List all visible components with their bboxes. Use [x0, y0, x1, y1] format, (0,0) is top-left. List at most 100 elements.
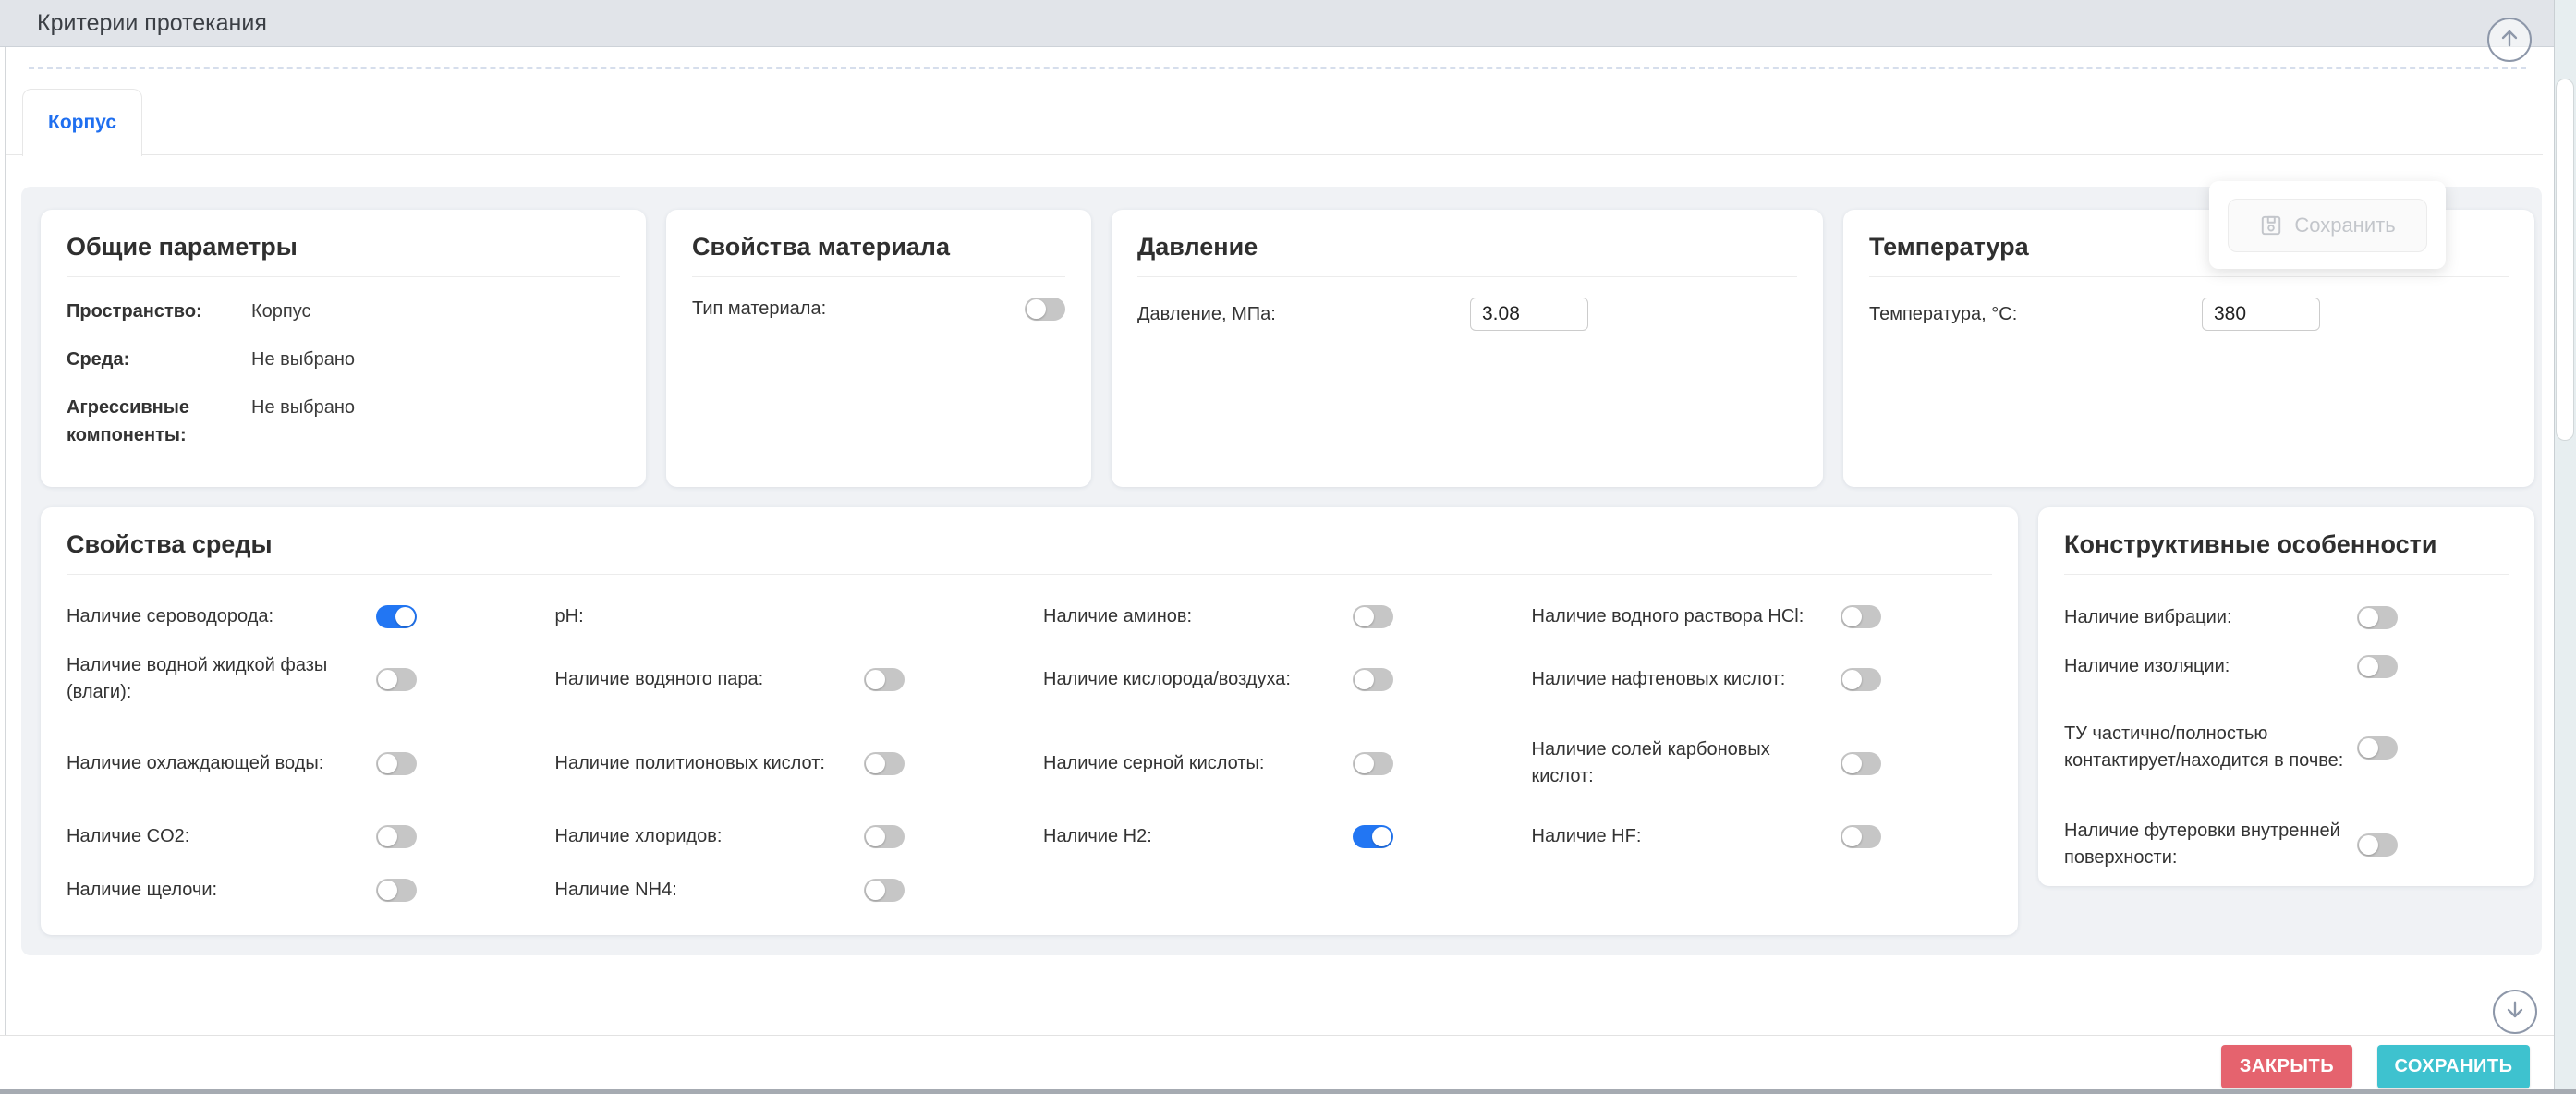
- toggle-knob: [2359, 835, 2378, 855]
- card-title: Свойства материала: [692, 232, 1065, 261]
- hf-toggle[interactable]: [1841, 825, 1881, 848]
- env-row-naphthenic: Наличие нафтеновых кислот:: [1532, 638, 1993, 721]
- h2s-toggle[interactable]: [376, 605, 417, 628]
- env-label: Наличие политионовых кислот:: [555, 750, 834, 777]
- scroll-up-button[interactable]: [2487, 18, 2532, 62]
- cooling-water-toggle[interactable]: [376, 752, 417, 775]
- alkali-toggle[interactable]: [376, 879, 417, 902]
- env-label: Наличие хлоридов:: [555, 823, 732, 850]
- card-design-features: Конструктивные особенности Наличие вибра…: [2038, 507, 2534, 886]
- env-row-oxygen: Наличие кислорода/воздуха:: [1043, 638, 1504, 721]
- toggle-knob: [1027, 299, 1046, 319]
- toggle-knob: [2359, 608, 2378, 627]
- steam-toggle[interactable]: [864, 668, 905, 691]
- toggle-knob: [1355, 754, 1374, 773]
- design-row-insulation: Наличие изоляции:: [2064, 639, 2509, 693]
- tab-strip: Корпус: [6, 89, 2543, 155]
- env-row-chlorides: Наличие хлоридов:: [555, 806, 1016, 867]
- env-column-4: Наличие водного раствора HCl: Наличие на…: [1532, 595, 1993, 913]
- flow-criteria-modal: Критерии протекания Корпус Общие парамет…: [0, 0, 2576, 1094]
- env-row-water-phase: Наличие водной жидкой фазы (влаги):: [67, 638, 528, 721]
- modal-footer: ЗАКРЫТЬ СОХРАНИТЬ: [0, 1035, 2554, 1089]
- floating-save-label: Сохранить: [2294, 213, 2395, 237]
- floating-save-panel: Сохранить: [2209, 181, 2446, 269]
- amines-toggle[interactable]: [1353, 605, 1393, 628]
- toggle-knob: [1842, 670, 1862, 689]
- pressure-label: Давление, МПа:: [1137, 304, 1470, 325]
- toggle-knob: [2359, 657, 2378, 676]
- carbonic-salts-toggle[interactable]: [1841, 752, 1881, 775]
- env-label: Наличие кислорода/воздуха:: [1043, 666, 1300, 693]
- kv-label: Пространство:: [67, 298, 251, 325]
- hcl-toggle[interactable]: [1841, 605, 1881, 628]
- toggle-knob: [1355, 670, 1374, 689]
- env-empty-cell: [1532, 867, 1993, 913]
- pressure-input[interactable]: [1470, 298, 1588, 331]
- temperature-label: Температура, °C:: [1869, 304, 2202, 325]
- material-type-toggle[interactable]: [1025, 298, 1065, 321]
- toggle-knob: [866, 670, 885, 689]
- env-label: Наличие аминов:: [1043, 603, 1201, 630]
- toggle-knob: [866, 881, 885, 900]
- scrollbar-thumb[interactable]: [2556, 79, 2574, 441]
- insulation-toggle[interactable]: [2357, 655, 2398, 678]
- env-label: Наличие CO2:: [67, 823, 199, 850]
- oxygen-toggle[interactable]: [1353, 668, 1393, 691]
- sulfuric-acid-toggle[interactable]: [1353, 752, 1393, 775]
- kv-value: Не выбрано: [251, 346, 355, 373]
- chlorides-toggle[interactable]: [864, 825, 905, 848]
- env-empty-cell: [1043, 867, 1504, 913]
- naphthenic-toggle[interactable]: [1841, 668, 1881, 691]
- divider: [2064, 574, 2509, 575]
- soil-contact-toggle[interactable]: [2357, 736, 2398, 760]
- env-row-sulfuric-acid: Наличие серной кислоты:: [1043, 721, 1504, 806]
- env-label: Наличие H2:: [1043, 823, 1161, 850]
- env-row-hf: Наличие HF:: [1532, 806, 1993, 867]
- kv-value: Не выбрано: [251, 394, 355, 449]
- nh4-toggle[interactable]: [864, 879, 905, 902]
- env-column-2: pH: Наличие водяного пара: Наличие полит…: [555, 595, 1016, 913]
- tab-korpus[interactable]: Корпус: [22, 89, 142, 156]
- cards-row-top: Общие параметры Пространство: Корпус Сре…: [41, 210, 2534, 487]
- env-label: Наличие водной жидкой фазы (влаги):: [67, 652, 376, 706]
- co2-toggle[interactable]: [376, 825, 417, 848]
- lining-toggle[interactable]: [2357, 833, 2398, 857]
- card-material-props: Свойства материала Тип материала:: [666, 210, 1091, 487]
- env-row-cooling-water: Наличие охлаждающей воды:: [67, 721, 528, 806]
- toggle-knob: [866, 827, 885, 846]
- design-row-vibration: Наличие вибрации:: [2064, 595, 2509, 639]
- save-button[interactable]: СОХРАНИТЬ: [2377, 1045, 2530, 1088]
- toggle-knob: [378, 670, 397, 689]
- env-row-ph: pH:: [555, 595, 1016, 638]
- kv-row-space: Пространство: Корпус: [67, 298, 620, 325]
- toggle-knob: [378, 754, 397, 773]
- env-row-co2: Наличие CO2:: [67, 806, 528, 867]
- toggle-knob: [1372, 827, 1391, 846]
- design-row-soil-contact: ТУ частично/полностью контактирует/наход…: [2064, 693, 2509, 802]
- card-general-params: Общие параметры Пространство: Корпус Сре…: [41, 210, 646, 487]
- env-label: Наличие HF:: [1532, 823, 1651, 850]
- polythionic-toggle[interactable]: [864, 752, 905, 775]
- design-row-lining: Наличие футеровки внутренней поверхности…: [2064, 802, 2509, 887]
- modal-title: Критерии протекания: [37, 0, 267, 47]
- vibration-toggle[interactable]: [2357, 606, 2398, 629]
- card-title: Конструктивные особенности: [2064, 529, 2509, 559]
- env-label: pH:: [555, 603, 593, 630]
- env-label: Наличие охлаждающей воды:: [67, 750, 333, 777]
- close-button[interactable]: ЗАКРЫТЬ: [2221, 1045, 2352, 1088]
- scroll-down-button[interactable]: [2493, 990, 2537, 1034]
- floating-save-button[interactable]: Сохранить: [2228, 199, 2427, 252]
- env-label: Наличие водяного пара:: [555, 666, 773, 693]
- h2-toggle[interactable]: [1353, 825, 1393, 848]
- water-phase-toggle[interactable]: [376, 668, 417, 691]
- env-row-amines: Наличие аминов:: [1043, 595, 1504, 638]
- env-label: Наличие NH4:: [555, 877, 687, 904]
- floppy-disk-icon: [2259, 213, 2283, 237]
- design-label: Наличие футеровки внутренней поверхности…: [2064, 818, 2357, 871]
- env-row-hcl: Наличие водного раствора HCl:: [1532, 595, 1993, 638]
- temperature-input[interactable]: [2202, 298, 2320, 331]
- toggle-knob: [1355, 607, 1374, 626]
- card-environment-props: Свойства среды Наличие сероводорода: Нал…: [41, 507, 2018, 935]
- env-row-steam: Наличие водяного пара:: [555, 638, 1016, 721]
- env-label: Наличие щелочи:: [67, 877, 226, 904]
